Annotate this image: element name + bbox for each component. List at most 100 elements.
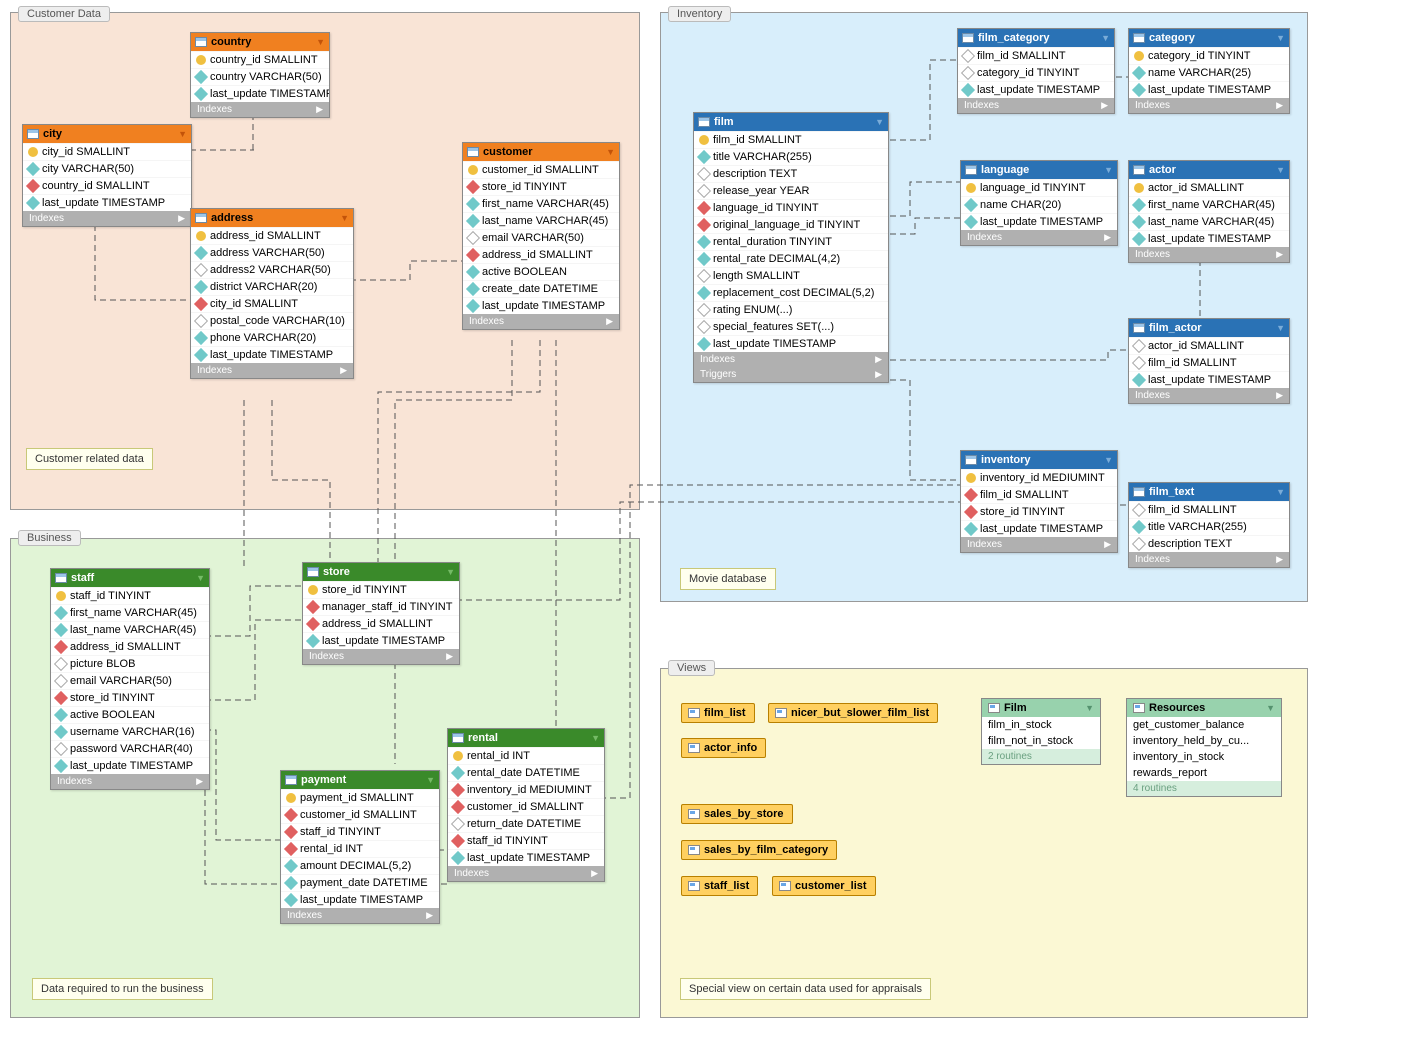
column-row[interactable]: return_date DATETIME [448, 815, 604, 832]
column-row[interactable]: address_id SMALLINT [51, 638, 209, 655]
column-row[interactable]: country VARCHAR(50) [191, 68, 329, 85]
column-row[interactable]: last_update TIMESTAMP [1129, 371, 1289, 388]
column-row[interactable]: film_id SMALLINT [961, 486, 1117, 503]
column-row[interactable]: film_id SMALLINT [958, 47, 1114, 64]
column-row[interactable]: address_id SMALLINT [303, 615, 459, 632]
routine-item[interactable]: get_customer_balance [1127, 717, 1281, 733]
column-row[interactable]: amount DECIMAL(5,2) [281, 857, 439, 874]
column-row[interactable]: last_update TIMESTAMP [303, 632, 459, 649]
table-film-text[interactable]: film_text▼ film_id SMALLINTtitle VARCHAR… [1128, 482, 1290, 568]
column-row[interactable]: customer_id SMALLINT [281, 806, 439, 823]
column-row[interactable]: film_id SMALLINT [1129, 501, 1289, 518]
column-row[interactable]: last_update TIMESTAMP [191, 85, 329, 102]
indexes-section[interactable]: Indexes▶ [961, 537, 1117, 552]
routine-header[interactable]: Resources▼ [1127, 699, 1281, 717]
column-row[interactable]: country_id SMALLINT [191, 51, 329, 68]
column-row[interactable]: city VARCHAR(50) [23, 160, 191, 177]
table-city[interactable]: city▼ city_id SMALLINTcity VARCHAR(50)co… [22, 124, 192, 227]
column-row[interactable]: city_id SMALLINT [191, 295, 353, 312]
routine-item[interactable]: film_in_stock [982, 717, 1100, 733]
indexes-section[interactable]: Indexes▶ [191, 102, 329, 117]
column-row[interactable]: last_update TIMESTAMP [1129, 230, 1289, 247]
menu-arrow-icon[interactable]: ▼ [1101, 33, 1110, 43]
column-row[interactable]: length SMALLINT [694, 267, 888, 284]
column-row[interactable]: description TEXT [1129, 535, 1289, 552]
column-row[interactable]: payment_date DATETIME [281, 874, 439, 891]
table-header[interactable]: film_category▼ [958, 29, 1114, 47]
table-header[interactable]: country▼ [191, 33, 329, 51]
routine-group-resources[interactable]: Resources▼ get_customer_balance inventor… [1126, 698, 1282, 797]
column-row[interactable]: email VARCHAR(50) [51, 672, 209, 689]
view-sales-by-film-category[interactable]: sales_by_film_category [681, 840, 837, 860]
indexes-section[interactable]: Indexes▶ [51, 774, 209, 789]
triggers-section[interactable]: Triggers▶ [694, 367, 888, 382]
indexes-section[interactable]: Indexes▶ [23, 211, 191, 226]
indexes-section[interactable]: Indexes▶ [448, 866, 604, 881]
column-row[interactable]: staff_id TINYINT [51, 587, 209, 604]
indexes-section[interactable]: Indexes▶ [463, 314, 619, 329]
routine-item[interactable]: rewards_report [1127, 765, 1281, 781]
routine-item[interactable]: inventory_held_by_cu... [1127, 733, 1281, 749]
column-row[interactable]: address_id SMALLINT [463, 246, 619, 263]
view-nicer-film-list[interactable]: nicer_but_slower_film_list [768, 703, 938, 723]
column-row[interactable]: last_update TIMESTAMP [448, 849, 604, 866]
menu-arrow-icon[interactable]: ▼ [1276, 33, 1285, 43]
column-row[interactable]: active BOOLEAN [463, 263, 619, 280]
indexes-section[interactable]: Indexes▶ [958, 98, 1114, 113]
column-row[interactable]: last_update TIMESTAMP [958, 81, 1114, 98]
indexes-section[interactable]: Indexes▶ [303, 649, 459, 664]
table-rental[interactable]: rental▼ rental_id INTrental_date DATETIM… [447, 728, 605, 882]
column-row[interactable]: rental_id INT [281, 840, 439, 857]
view-customer-list[interactable]: customer_list [772, 876, 876, 896]
column-row[interactable]: last_name VARCHAR(45) [463, 212, 619, 229]
table-header[interactable]: address▼ [191, 209, 353, 227]
column-row[interactable]: replacement_cost DECIMAL(5,2) [694, 284, 888, 301]
column-row[interactable]: rental_id INT [448, 747, 604, 764]
routine-item[interactable]: film_not_in_stock [982, 733, 1100, 749]
table-store[interactable]: store▼ store_id TINYINTmanager_staff_id … [302, 562, 460, 665]
indexes-section[interactable]: Indexes▶ [694, 352, 888, 367]
column-row[interactable]: payment_id SMALLINT [281, 789, 439, 806]
column-row[interactable]: language_id TINYINT [961, 179, 1117, 196]
table-header[interactable]: film_text▼ [1129, 483, 1289, 501]
column-row[interactable]: language_id TINYINT [694, 199, 888, 216]
menu-arrow-icon[interactable]: ▼ [1085, 703, 1094, 713]
table-inventory[interactable]: inventory▼ inventory_id MEDIUMINTfilm_id… [960, 450, 1118, 553]
routine-item[interactable]: inventory_in_stock [1127, 749, 1281, 765]
column-row[interactable]: last_update TIMESTAMP [191, 346, 353, 363]
table-header[interactable]: actor▼ [1129, 161, 1289, 179]
column-row[interactable]: address VARCHAR(50) [191, 244, 353, 261]
column-row[interactable]: first_name VARCHAR(45) [51, 604, 209, 621]
menu-arrow-icon[interactable]: ▼ [1276, 165, 1285, 175]
menu-arrow-icon[interactable]: ▼ [196, 573, 205, 583]
view-sales-by-store[interactable]: sales_by_store [681, 804, 793, 824]
column-row[interactable]: title VARCHAR(255) [1129, 518, 1289, 535]
column-row[interactable]: film_id SMALLINT [694, 131, 888, 148]
column-row[interactable]: city_id SMALLINT [23, 143, 191, 160]
column-row[interactable]: last_name VARCHAR(45) [1129, 213, 1289, 230]
column-row[interactable]: actor_id SMALLINT [1129, 179, 1289, 196]
view-actor-info[interactable]: actor_info [681, 738, 766, 758]
menu-arrow-icon[interactable]: ▼ [340, 213, 349, 223]
column-row[interactable]: store_id TINYINT [51, 689, 209, 706]
table-header[interactable]: language▼ [961, 161, 1117, 179]
column-row[interactable]: original_language_id TINYINT [694, 216, 888, 233]
table-payment[interactable]: payment▼ payment_id SMALLINTcustomer_id … [280, 770, 440, 924]
column-row[interactable]: description TEXT [694, 165, 888, 182]
column-row[interactable]: last_update TIMESTAMP [961, 520, 1117, 537]
column-row[interactable]: first_name VARCHAR(45) [1129, 196, 1289, 213]
indexes-section[interactable]: Indexes▶ [961, 230, 1117, 245]
column-row[interactable]: active BOOLEAN [51, 706, 209, 723]
menu-arrow-icon[interactable]: ▼ [875, 117, 884, 127]
column-row[interactable]: rental_duration TINYINT [694, 233, 888, 250]
menu-arrow-icon[interactable]: ▼ [1104, 455, 1113, 465]
column-row[interactable]: last_update TIMESTAMP [1129, 81, 1289, 98]
table-film-category[interactable]: film_category▼ film_id SMALLINTcategory_… [957, 28, 1115, 114]
column-row[interactable]: last_update TIMESTAMP [281, 891, 439, 908]
table-header[interactable]: film_actor▼ [1129, 319, 1289, 337]
column-row[interactable]: country_id SMALLINT [23, 177, 191, 194]
table-customer[interactable]: customer▼ customer_id SMALLINTstore_id T… [462, 142, 620, 330]
table-header[interactable]: rental▼ [448, 729, 604, 747]
column-row[interactable]: name VARCHAR(25) [1129, 64, 1289, 81]
column-row[interactable]: name CHAR(20) [961, 196, 1117, 213]
